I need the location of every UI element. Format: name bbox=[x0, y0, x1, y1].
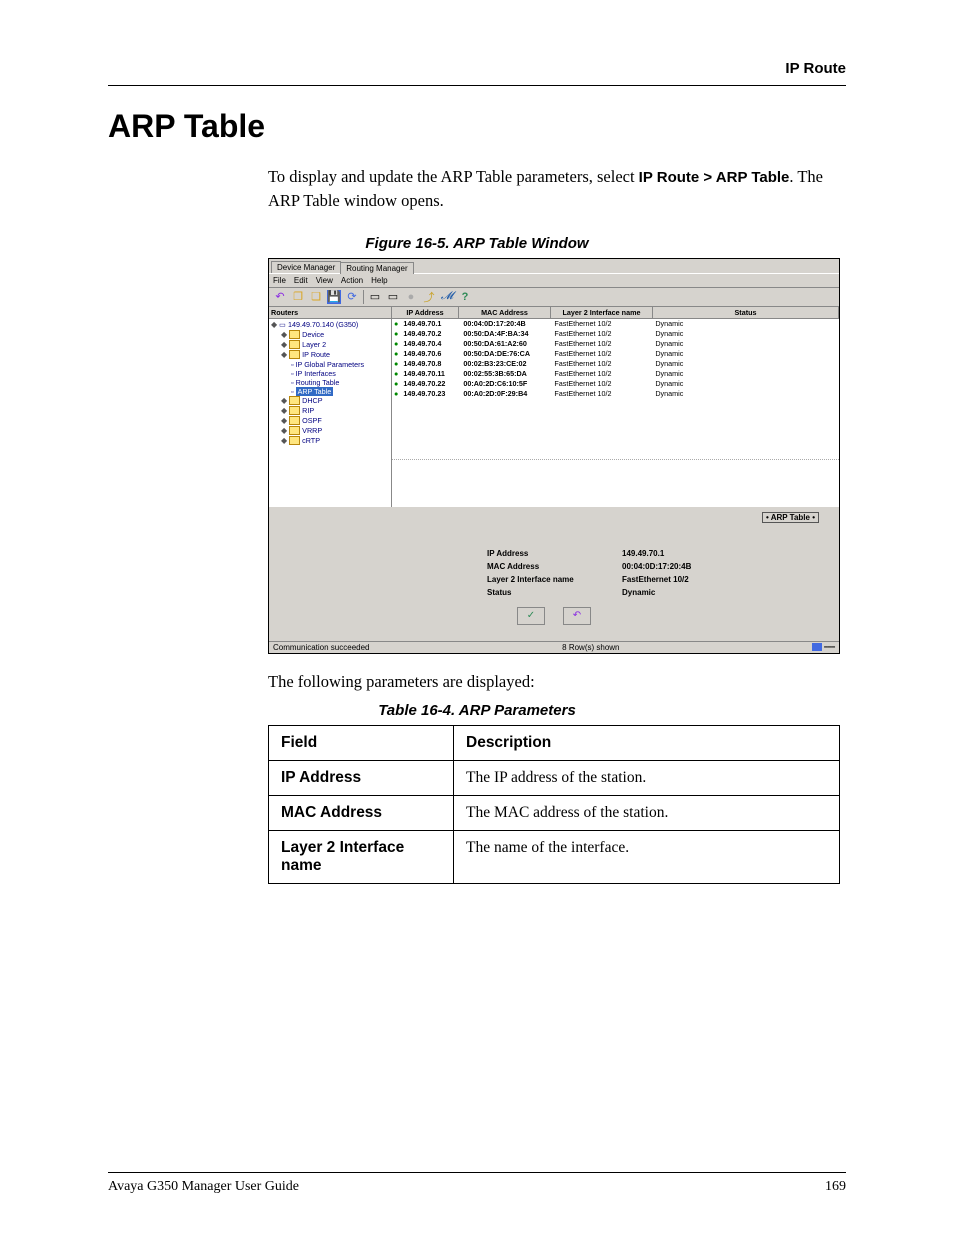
toolbar: ↶ ❐ ❏ 💾 ⟳ ▭ ▭ ● ⤴ 𝓜 ? bbox=[269, 287, 839, 307]
col-mac[interactable]: MAC Address bbox=[459, 307, 551, 318]
table-header: IP Address MAC Address Layer 2 Interface… bbox=[392, 307, 839, 319]
page-title: ARP Table bbox=[108, 108, 846, 145]
tree-ip-interfaces[interactable]: ▫IP Interfaces bbox=[271, 369, 391, 378]
desc-ip: The IP address of the station. bbox=[454, 760, 840, 795]
tree-layer2[interactable]: ◆Layer 2 bbox=[271, 340, 391, 350]
window-tabs: Device Manager Routing Manager bbox=[269, 259, 839, 273]
intro-bold: IP Route > ARP Table bbox=[639, 169, 790, 186]
apply-button[interactable]: ✓ bbox=[517, 607, 545, 625]
tree-vrrp[interactable]: ◆VRRP bbox=[271, 426, 391, 436]
menu-bar: File Edit View Action Help bbox=[269, 273, 839, 287]
form-row: MAC Address00:04:0D:17:20:4B bbox=[487, 560, 721, 573]
refresh-icon[interactable]: ⟳ bbox=[345, 290, 359, 304]
save-icon[interactable]: 💾 bbox=[327, 290, 341, 304]
export-icon[interactable]: ⤴ bbox=[422, 290, 436, 304]
detail-form: IP Address149.49.70.1MAC Address00:04:0D… bbox=[379, 531, 729, 635]
table-caption: Table 16-4. ARP Parameters bbox=[108, 702, 846, 719]
page-footer: Avaya G350 Manager User Guide 169 bbox=[108, 1164, 846, 1195]
insert-row-icon[interactable]: ▭ bbox=[368, 290, 382, 304]
revert-button[interactable]: ↶ bbox=[563, 607, 591, 625]
status-left: Communication succeeded bbox=[273, 643, 370, 652]
tree-iproute[interactable]: ◆IP Route bbox=[271, 350, 391, 360]
footer-right: 169 bbox=[825, 1179, 846, 1195]
table-row[interactable]: ●149.49.70.2200:A0:2D:C6:10:5FFastEthern… bbox=[392, 379, 839, 389]
tree-ospf[interactable]: ◆OSPF bbox=[271, 416, 391, 426]
footer-left: Avaya G350 Manager User Guide bbox=[108, 1179, 299, 1195]
table-row[interactable]: ●149.49.70.1100:02:55:3B:65:DAFastEthern… bbox=[392, 369, 839, 379]
help-icon[interactable]: ? bbox=[458, 290, 472, 304]
copy-icon[interactable]: ❐ bbox=[291, 290, 305, 304]
col-status[interactable]: Status bbox=[653, 307, 839, 318]
tree-dhcp[interactable]: ◆DHCP bbox=[271, 396, 391, 406]
field-ip: IP Address bbox=[269, 760, 454, 795]
tree-device[interactable]: ◆Device bbox=[271, 330, 391, 340]
th-desc: Description bbox=[454, 725, 840, 760]
menu-action[interactable]: Action bbox=[341, 276, 363, 285]
delete-row-icon[interactable]: ▭ bbox=[386, 290, 400, 304]
desc-l2: The name of the interface. bbox=[454, 830, 840, 883]
table-row[interactable]: ●149.49.70.600:50:DA:DE:76:CAFastEtherne… bbox=[392, 349, 839, 359]
field-mac: MAC Address bbox=[269, 795, 454, 830]
tree-crtp[interactable]: ◆cRTP bbox=[271, 436, 391, 446]
data-panel: IP Address MAC Address Layer 2 Interface… bbox=[392, 307, 839, 507]
status-rows: 8 Row(s) shown bbox=[562, 643, 619, 652]
header-rule bbox=[108, 85, 846, 86]
arp-window-screenshot: Device Manager Routing Manager File Edit… bbox=[268, 258, 840, 654]
status-bar: Communication succeeded 8 Row(s) shown ━… bbox=[269, 641, 839, 653]
param-table: Field Description IP Address The IP addr… bbox=[268, 725, 840, 884]
th-field: Field bbox=[269, 725, 454, 760]
table-row[interactable]: ●149.49.70.400:50:DA:61:A2:60FastEtherne… bbox=[392, 339, 839, 349]
navigation-tree: Routers ◆▭149.49.70.140 (G350) ◆Device ◆… bbox=[269, 307, 392, 507]
desc-mac: The MAC address of the station. bbox=[454, 795, 840, 830]
menu-file[interactable]: File bbox=[273, 276, 286, 285]
table-row[interactable]: ●149.49.70.800:02:B3:23:CE:02FastEtherne… bbox=[392, 359, 839, 369]
header-section: IP Route bbox=[108, 60, 846, 77]
tree-arp-table[interactable]: ▫ARP Table bbox=[271, 387, 391, 396]
menu-view[interactable]: View bbox=[316, 276, 333, 285]
tree-rip[interactable]: ◆RIP bbox=[271, 406, 391, 416]
tree-ip-global[interactable]: ▫IP Global Parameters bbox=[271, 360, 391, 369]
form-row: Layer 2 Interface nameFastEthernet 10/2 bbox=[487, 573, 721, 586]
tree-routing-table[interactable]: ▫Routing Table bbox=[271, 378, 391, 387]
table-row[interactable]: ●149.49.70.200:50:DA:4F:BA:34FastEtherne… bbox=[392, 329, 839, 339]
table-row: IP Address The IP address of the station… bbox=[269, 760, 840, 795]
field-l2: Layer 2 Interface name bbox=[269, 830, 454, 883]
col-l2[interactable]: Layer 2 Interface name bbox=[551, 307, 653, 318]
tab-routing-manager[interactable]: Routing Manager bbox=[340, 262, 413, 274]
body-text: The following parameters are displayed: bbox=[268, 672, 846, 692]
stop-icon[interactable]: ● bbox=[404, 290, 418, 304]
form-row: StatusDynamic bbox=[487, 586, 721, 599]
paste-icon[interactable]: ❏ bbox=[309, 290, 323, 304]
intro-prefix: To display and update the ARP Table para… bbox=[268, 167, 639, 186]
form-row: IP Address149.49.70.1 bbox=[487, 547, 721, 560]
status-icon: ━━━ bbox=[812, 643, 835, 651]
tree-root[interactable]: ◆▭149.49.70.140 (G350) bbox=[271, 320, 391, 330]
form-title: • ARP Table • bbox=[762, 512, 819, 523]
menu-help[interactable]: Help bbox=[371, 276, 387, 285]
table-row[interactable]: ●149.49.70.100:04:0D:17:20:4BFastEtherne… bbox=[392, 319, 839, 329]
table-row[interactable]: ●149.49.70.2300:A0:2D:0F:29:B4FastEthern… bbox=[392, 389, 839, 399]
tree-title: Routers bbox=[269, 307, 391, 319]
config-icon[interactable]: 𝓜 bbox=[440, 290, 454, 304]
intro-paragraph: To display and update the ARP Table para… bbox=[268, 165, 846, 213]
undo-icon[interactable]: ↶ bbox=[273, 290, 287, 304]
table-row: Layer 2 Interface name The name of the i… bbox=[269, 830, 840, 883]
tab-device-manager[interactable]: Device Manager bbox=[271, 261, 341, 273]
menu-edit[interactable]: Edit bbox=[294, 276, 308, 285]
table-row: MAC Address The MAC address of the stati… bbox=[269, 795, 840, 830]
col-ip[interactable]: IP Address bbox=[392, 307, 459, 318]
figure-caption: Figure 16-5. ARP Table Window bbox=[108, 235, 846, 252]
